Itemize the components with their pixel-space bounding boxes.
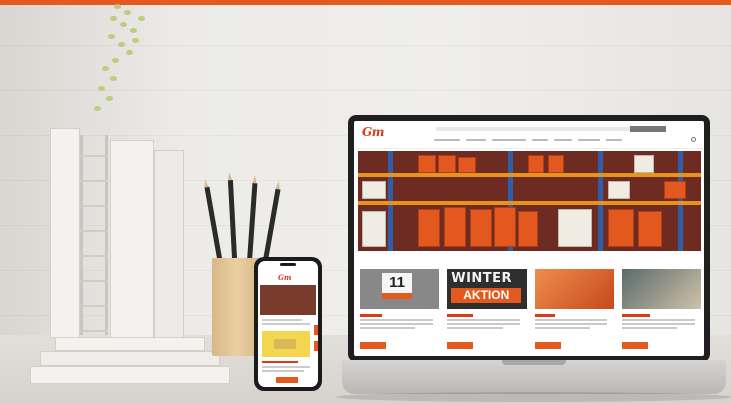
nav-item[interactable] (554, 139, 572, 141)
hero-warehouse-image (358, 151, 701, 251)
laptop-base (342, 360, 726, 394)
card-button[interactable] (360, 342, 386, 349)
card-button[interactable] (621, 342, 648, 349)
card-button[interactable] (447, 342, 474, 349)
nav-item[interactable] (532, 139, 548, 141)
stacked-book (40, 351, 220, 366)
laptop-website: Gm 11 WINTER AKTION (354, 121, 704, 356)
stacked-book (30, 366, 230, 384)
phone-side-tab[interactable] (314, 325, 318, 335)
stacked-book (55, 337, 205, 351)
nav-item[interactable] (492, 139, 526, 141)
smartphone: Gm (254, 257, 322, 391)
nav-item[interactable] (578, 139, 600, 141)
teaser-card[interactable]: 11 (360, 269, 440, 349)
teaser-card[interactable] (621, 269, 701, 349)
phone-side-tab[interactable] (314, 341, 318, 351)
nav-item[interactable] (466, 139, 486, 141)
search-icon[interactable] (691, 137, 696, 142)
nav-item[interactable] (434, 139, 460, 141)
standing-book (50, 128, 80, 338)
nav-item[interactable] (606, 139, 622, 141)
decorative-ladder (80, 135, 108, 335)
site-logo[interactable]: Gm (362, 125, 384, 139)
standing-book (110, 140, 154, 338)
phone-website: Gm (258, 261, 318, 387)
site-header: Gm (354, 121, 704, 149)
standing-book (154, 150, 184, 338)
laptop-shadow (336, 392, 731, 402)
shop-interior-image (621, 269, 701, 309)
topline-cta[interactable] (630, 126, 666, 132)
teaser-card[interactable]: WINTER AKTION (447, 269, 527, 349)
product-cans-image (534, 269, 614, 309)
teaser-cards: 11 WINTER AKTION (360, 269, 701, 349)
card-button[interactable] (534, 342, 561, 349)
site-nav (434, 138, 622, 141)
phone-promo-image (262, 331, 310, 357)
winter-aktion-image: WINTER AKTION (447, 269, 527, 309)
laptop-screen: Gm 11 WINTER AKTION (348, 115, 710, 362)
calendar-card-image: 11 (360, 269, 440, 309)
phone-site-logo[interactable]: Gm (278, 273, 291, 282)
hanging-plant (80, 0, 170, 120)
phone-cta-button[interactable] (276, 377, 298, 383)
teaser-card[interactable] (534, 269, 614, 349)
phone-hero-image (260, 285, 316, 315)
site-topline (436, 126, 666, 132)
